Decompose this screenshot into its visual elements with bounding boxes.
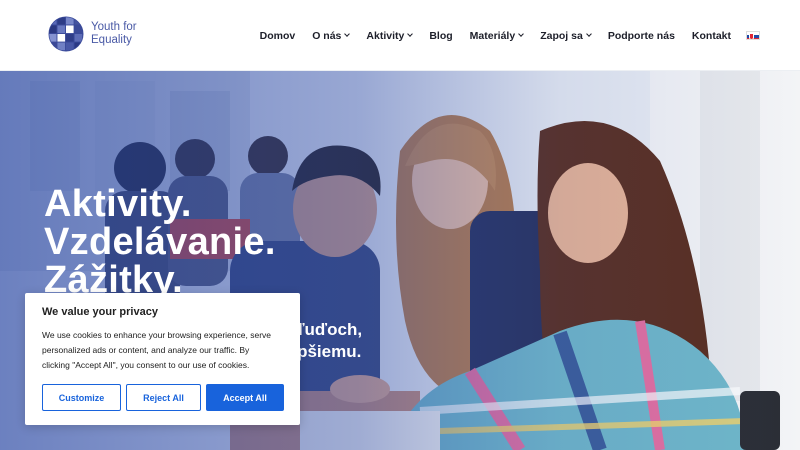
cookie-text-line: We use cookies to enhance your browsing … (42, 330, 271, 340)
nav-item-domov[interactable]: Domov (260, 30, 296, 42)
hero-title: Aktivity. Vzdelávanie. Zážitky. (44, 185, 276, 299)
chevron-down-icon (585, 31, 592, 37)
nav-label: Domov (259, 29, 296, 42)
chevron-down-icon (518, 31, 525, 37)
hero-title-line: Vzdelávanie. (44, 221, 276, 263)
nav-item-blog[interactable]: Blog (429, 30, 452, 42)
nav-item-podporte-nas[interactable]: Podporte nás (608, 30, 675, 42)
cookie-title: We value your privacy (42, 306, 158, 318)
site-header: Youth for Equality Domov O nás Aktivity … (0, 0, 800, 71)
cookie-text-line: personalized ads or content, and analyze… (42, 345, 250, 355)
nav-label: Materiály (469, 29, 516, 42)
nav-label: Podporte nás (607, 29, 675, 42)
nav-item-materialy[interactable]: Materiály (469, 29, 525, 42)
cookie-description: We use cookies to enhance your browsing … (42, 328, 283, 373)
accept-all-button[interactable]: Accept All (206, 384, 284, 411)
chevron-down-icon (344, 31, 351, 37)
nav-label: Zapoj sa (540, 29, 583, 42)
main-nav: Domov O nás Aktivity Blog Materiály Zapo… (243, 0, 760, 71)
nav-item-o-nas[interactable]: O nás (312, 29, 351, 42)
nav-label: Blog (429, 29, 453, 42)
cookie-consent-banner: We value your privacy We use cookies to … (25, 293, 300, 425)
cookie-buttons: Customize Reject All Accept All (42, 384, 284, 411)
brand-name-line1: Youth for (91, 21, 137, 33)
nav-label: O nás (312, 29, 342, 42)
globe-logo-icon (48, 16, 84, 52)
nav-label: Aktivity (366, 29, 405, 42)
brand-name: Youth for Equality (91, 21, 137, 47)
brand-name-line2: Equality (91, 34, 132, 46)
reject-all-button[interactable]: Reject All (126, 384, 201, 411)
nav-item-aktivity[interactable]: Aktivity (366, 29, 414, 42)
nav-label: Kontakt (691, 29, 731, 42)
nav-item-zapoj-sa[interactable]: Zapoj sa (540, 29, 592, 42)
cookie-text-line: clicking "Accept All", you consent to ou… (42, 360, 250, 370)
nav-item-kontakt[interactable]: Kontakt (692, 30, 731, 42)
hero-title-line: Aktivity. (44, 183, 192, 225)
slovak-flag-icon[interactable] (746, 31, 760, 40)
brand-logo[interactable]: Youth for Equality (47, 15, 137, 53)
chevron-down-icon (407, 31, 414, 37)
customize-button[interactable]: Customize (42, 384, 121, 411)
